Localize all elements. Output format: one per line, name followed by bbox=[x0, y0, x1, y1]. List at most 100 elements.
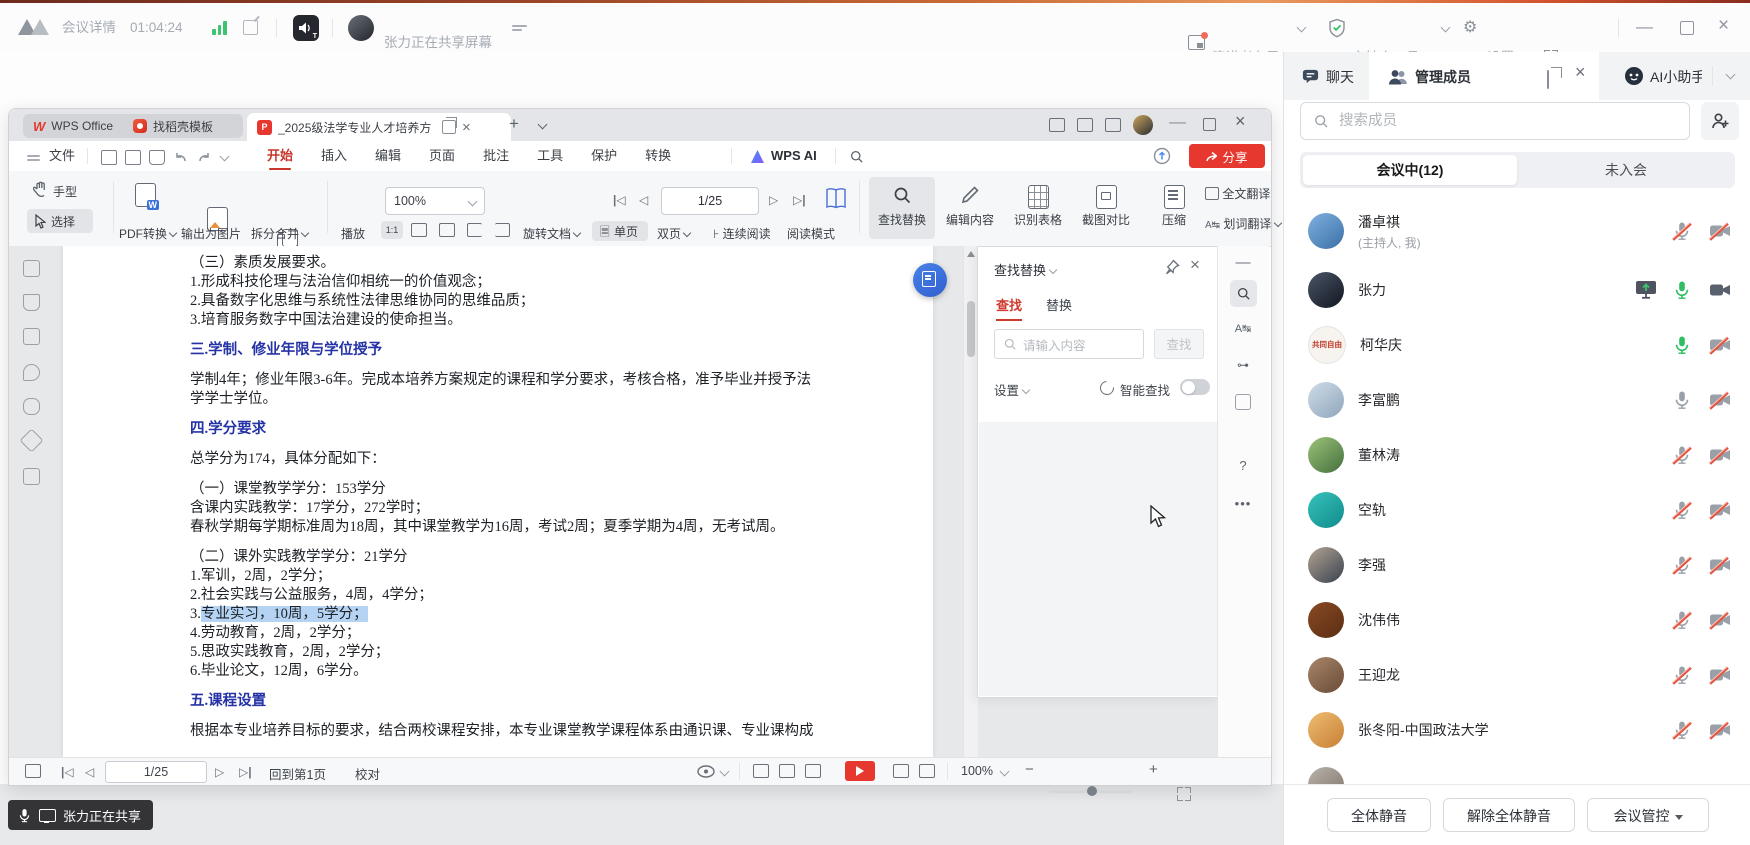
more-tabs-chevron-icon[interactable] bbox=[1726, 70, 1736, 80]
status-prev-page-icon[interactable]: ◁ bbox=[85, 765, 94, 779]
ribbon-tool-截图对比[interactable]: 截图对比 bbox=[1073, 177, 1139, 239]
continuous-read-button[interactable]: ⊦ 连续阅读 bbox=[713, 225, 771, 242]
ribbon-tab-页面[interactable]: 页面 bbox=[429, 141, 455, 171]
camera-off-icon[interactable] bbox=[1709, 555, 1729, 575]
fit-page-icon[interactable] bbox=[439, 223, 455, 237]
layout-fit-icon[interactable] bbox=[919, 764, 935, 778]
hand-tool[interactable]: 手型 bbox=[53, 183, 77, 200]
camera-off-icon[interactable] bbox=[1709, 445, 1729, 465]
view-list-icon[interactable] bbox=[512, 22, 527, 34]
pdf-convert-button[interactable]: PDF转换 bbox=[119, 225, 176, 242]
autoplay-button[interactable] bbox=[845, 761, 875, 781]
layout-double-icon[interactable] bbox=[779, 764, 795, 778]
member-row-李强[interactable]: 李强 bbox=[1284, 537, 1750, 592]
thumbnail-panel-icon[interactable] bbox=[25, 764, 41, 778]
minimize-button[interactable]: — bbox=[1636, 17, 1653, 37]
camera-off-icon[interactable] bbox=[1709, 665, 1729, 685]
reading-mode-button[interactable]: 阅读模式 bbox=[787, 225, 835, 242]
find-panel-close-icon[interactable]: × bbox=[1190, 257, 1200, 272]
wps-home-tab[interactable]: W WPS Office bbox=[23, 114, 135, 138]
attachment-icon[interactable] bbox=[23, 398, 40, 415]
pin-icon[interactable] bbox=[1164, 259, 1180, 275]
tab-list-chevron-icon[interactable] bbox=[538, 120, 548, 130]
prev-page-icon[interactable]: ◁ bbox=[639, 193, 648, 207]
comment-icon[interactable] bbox=[23, 364, 40, 381]
ribbon-tab-开始[interactable]: 开始 bbox=[267, 141, 293, 171]
ribbon-tab-批注[interactable]: 批注 bbox=[483, 141, 509, 171]
member-row-partial[interactable] bbox=[1284, 757, 1750, 784]
popout-panel-icon[interactable] bbox=[1547, 70, 1549, 89]
status-zoom-value[interactable]: 100% bbox=[961, 764, 993, 778]
double-page-button[interactable]: 双页 bbox=[657, 225, 690, 242]
member-row-空轨[interactable]: 空轨 bbox=[1284, 482, 1750, 537]
ribbon-page-indicator[interactable]: 1/25 bbox=[661, 187, 759, 215]
member-row-柯华庆[interactable]: 共同自由柯华庆 bbox=[1284, 317, 1750, 372]
translate-float-button[interactable] bbox=[913, 263, 947, 297]
ribbon-tool-压缩[interactable]: 压缩 bbox=[1141, 177, 1207, 239]
replace-tab[interactable]: 替换 bbox=[1046, 295, 1072, 314]
tab-members-active[interactable]: 管理成员 × bbox=[1369, 52, 1599, 100]
status-page-indicator[interactable]: 1/25 bbox=[105, 761, 207, 783]
wps-restore-button[interactable] bbox=[1203, 118, 1216, 131]
mute-all-button[interactable]: 全体静音 bbox=[1327, 798, 1431, 832]
mic-icon[interactable] bbox=[1672, 280, 1692, 300]
layout-single-icon[interactable] bbox=[753, 764, 769, 778]
status-last-page-icon[interactable]: ▷| bbox=[239, 765, 252, 779]
ribbon-tool-编辑内容[interactable]: 编辑内容 bbox=[937, 177, 1003, 239]
wps-minimize-button[interactable]: — bbox=[1169, 112, 1186, 132]
view-mode-icon[interactable] bbox=[697, 765, 715, 778]
search-tool-active[interactable] bbox=[1230, 280, 1257, 307]
member-row-潘卓祺[interactable]: 潘卓祺(主持人, 我) bbox=[1284, 200, 1750, 262]
wps-ai-menu[interactable]: WPS AI bbox=[771, 141, 817, 171]
member-row-张力[interactable]: 张力 bbox=[1284, 262, 1750, 317]
member-row-张冬阳-中国政法大学[interactable]: 张冬阳-中国政法大学 bbox=[1284, 702, 1750, 757]
share-button[interactable]: 分享 bbox=[1189, 144, 1265, 168]
menu-search-icon[interactable] bbox=[849, 149, 864, 164]
segment-not-joined[interactable]: 未入会 bbox=[1517, 152, 1735, 188]
smart-find-toggle[interactable] bbox=[1180, 379, 1210, 395]
split-merge-button[interactable]: 拆分合并 bbox=[251, 225, 308, 242]
camera-off-icon[interactable] bbox=[1709, 720, 1729, 740]
cloud-upload-icon[interactable] bbox=[1153, 147, 1171, 165]
single-page-button[interactable]: 🗏 单页 bbox=[592, 221, 648, 241]
hamburger-icon[interactable] bbox=[27, 152, 40, 164]
maximize-button[interactable] bbox=[1680, 21, 1694, 35]
collapse-icon[interactable]: — bbox=[1231, 254, 1255, 271]
stacks-icon[interactable] bbox=[1105, 118, 1121, 132]
chevron-down-icon[interactable] bbox=[1000, 767, 1010, 777]
pen-panel-icon[interactable] bbox=[19, 428, 43, 452]
translate-tool-icon[interactable]: A↹ bbox=[1231, 322, 1255, 335]
mic-mutedicon[interactable] bbox=[1672, 555, 1692, 575]
member-row-王迎龙[interactable]: 王迎龙 bbox=[1284, 647, 1750, 702]
back-to-first-button[interactable]: 回到第1页 bbox=[269, 764, 326, 783]
export-image-button[interactable]: 输出为图片 bbox=[181, 225, 241, 242]
wps-document-tab[interactable]: P _2025级法学专业人才培养方 × bbox=[247, 113, 511, 141]
mic-mutedicon[interactable] bbox=[1672, 720, 1692, 740]
image-panel-icon[interactable] bbox=[23, 328, 40, 345]
tab-close-icon[interactable]: × bbox=[462, 120, 471, 135]
bookmark-icon[interactable] bbox=[23, 294, 40, 311]
ribbon-tool-识别表格[interactable]: 识别表格 bbox=[1005, 177, 1071, 239]
file-menu[interactable]: 文件 bbox=[49, 141, 75, 171]
outline-icon[interactable] bbox=[23, 260, 40, 277]
close-panel-icon[interactable]: × bbox=[1575, 65, 1586, 80]
undo-icon[interactable] bbox=[174, 150, 188, 163]
wps-docer-tab[interactable]: 找稻壳模板 bbox=[123, 114, 243, 138]
sharing-indicator-pill[interactable]: 张力正在共享 bbox=[8, 800, 153, 830]
zoom-select[interactable]: 100% bbox=[385, 187, 485, 215]
meeting-controls-button[interactable]: 会议管控 bbox=[1587, 798, 1709, 832]
ribbon-tool-查找替换[interactable]: 查找替换 bbox=[869, 177, 935, 239]
close-button[interactable]: × bbox=[1718, 16, 1729, 36]
ribbon-tab-编辑[interactable]: 编辑 bbox=[375, 141, 401, 171]
camera-off-icon[interactable] bbox=[1709, 335, 1729, 355]
rotate-left-icon[interactable] bbox=[467, 223, 482, 237]
wps-close-button[interactable]: × bbox=[1235, 111, 1246, 131]
wps-account-avatar[interactable] bbox=[1133, 115, 1153, 135]
status-next-page-icon[interactable]: ▷ bbox=[215, 765, 224, 779]
apps-grid-icon[interactable] bbox=[1077, 118, 1093, 132]
scroll-up-icon[interactable] bbox=[967, 251, 975, 257]
member-search-input[interactable] bbox=[1337, 112, 1661, 130]
next-page-icon[interactable]: ▷ bbox=[769, 193, 778, 207]
status-first-page-icon[interactable]: |◁ bbox=[61, 765, 74, 779]
open-icon[interactable] bbox=[101, 150, 117, 165]
